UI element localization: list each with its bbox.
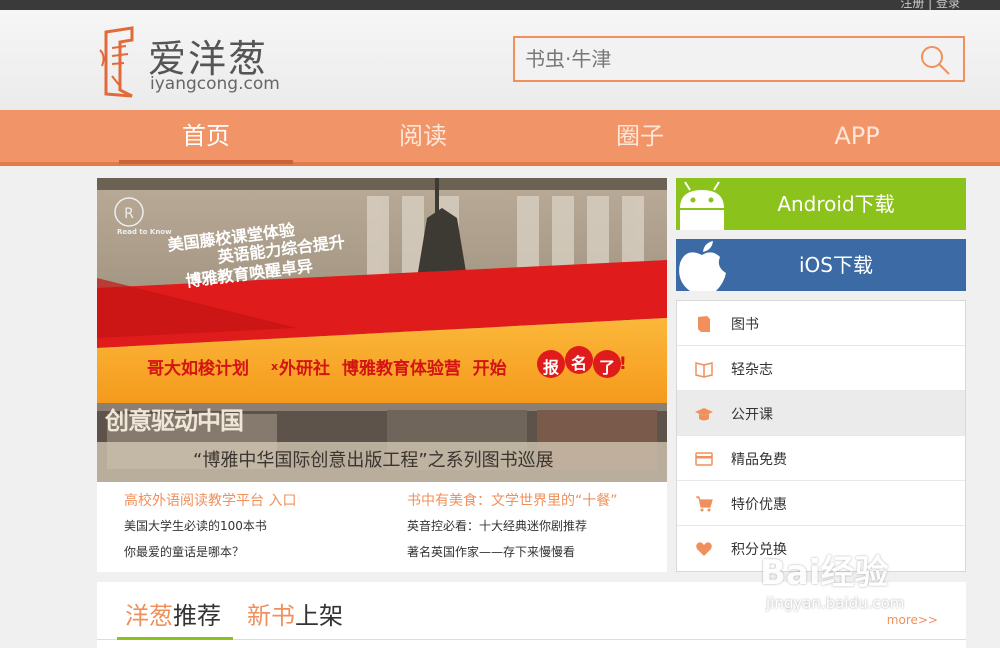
nav-home[interactable]: 首页 — [119, 110, 293, 164]
header: 爱洋葱 iyangcong.com — [0, 10, 1000, 110]
book-icon — [698, 316, 710, 332]
search-box — [513, 36, 965, 82]
graduation-cap-icon — [695, 408, 713, 421]
android-download-label: Android下载 — [777, 192, 895, 216]
category-open-courses[interactable]: 公开课 — [677, 391, 965, 436]
news-left-item-1[interactable]: 美国大学生必读的100本书 — [124, 517, 267, 534]
ios-download-button[interactable]: iOS下载 — [676, 239, 966, 291]
category-label: 图书 — [731, 317, 759, 333]
category-magazines[interactable]: 轻杂志 — [677, 346, 965, 391]
more-link[interactable]: more>> — [887, 613, 938, 627]
tab-new-books-highlight: 新书 — [247, 602, 295, 630]
category-label: 公开课 — [731, 407, 773, 423]
nav-app[interactable]: APP — [770, 110, 944, 162]
tab-recommend-label: 推荐 — [173, 602, 221, 630]
search-icon[interactable] — [919, 44, 951, 76]
tab-recommend-highlight: 洋葱 — [125, 602, 173, 630]
banner-x: x — [271, 360, 279, 373]
main-nav: 首页 阅读 圈子 APP — [0, 110, 1000, 166]
category-free[interactable]: 精品免费 — [677, 436, 965, 481]
nav-circle[interactable]: 圈子 — [553, 110, 727, 162]
banner-baoming-3: 了 — [599, 358, 616, 377]
baidu-watermark: Bai经验 jingyan.baidu.com — [760, 545, 904, 612]
news-box: 高校外语阅读教学平台 入口 美国大学生必读的100本书 你最爱的童话是哪本？ 书… — [97, 482, 667, 572]
banner-graphic: R — [97, 178, 667, 482]
tab-new-books[interactable]: 新书上架 — [247, 596, 343, 631]
news-left-item-2[interactable]: 你最爱的童话是哪本？ — [124, 543, 244, 560]
banner-excl: ! — [619, 354, 627, 374]
android-download-button[interactable]: Android下载 — [676, 178, 966, 230]
active-tab-underline — [117, 637, 233, 640]
banner-baoming-2: 名 — [571, 354, 588, 373]
logo-mark-icon — [99, 26, 134, 98]
banner-logo-text: Read to Know — [117, 228, 172, 236]
category-list: 图书 轻杂志 公开课 精品免费 特价优惠 积分兑换 — [676, 300, 966, 572]
ios-download-label: iOS下载 — [799, 253, 873, 277]
category-label: 特价优惠 — [731, 497, 787, 513]
card-icon — [695, 452, 713, 466]
category-label: 轻杂志 — [731, 362, 773, 378]
news-right-item-2[interactable]: 著名英国作家——存下来慢慢看 — [407, 543, 575, 560]
site-logo[interactable]: 爱洋葱 iyangcong.com — [98, 26, 298, 101]
brand-domain: iyangcong.com — [150, 74, 280, 94]
category-label: 精品免费 — [731, 452, 787, 468]
promo-banner[interactable]: R Read to Know 美国藤校课堂体验 英语能力综合提升 博雅教育唤醒卓… — [97, 178, 667, 482]
banner-main: 哥大如梭计划 — [147, 359, 249, 379]
cart-icon — [696, 496, 713, 512]
news-right-headline[interactable]: 书中有美食：文学世界里的“十餐” — [407, 490, 618, 510]
top-bar: 注册 | 登录 — [0, 0, 1000, 10]
banner-baoming-1: 报 — [543, 358, 560, 377]
nav-read[interactable]: 阅读 — [336, 110, 510, 162]
news-right-item-1[interactable]: 英音控必看：十大经典迷你剧推荐 — [407, 517, 587, 534]
heart-icon — [696, 542, 712, 556]
banner-lower-title: 创意驱动中国 — [105, 407, 244, 435]
watermark-logo: Bai经验 — [760, 553, 889, 593]
news-left-headline[interactable]: 高校外语阅读教学平台 入口 — [124, 490, 296, 510]
open-book-icon — [695, 362, 713, 378]
watermark-url: jingyan.baidu.com — [766, 594, 905, 612]
tab-recommend[interactable]: 洋葱推荐 — [125, 596, 221, 631]
category-books[interactable]: 图书 — [677, 301, 965, 346]
banner-lower-caption: “博雅中华国际创意出版工程”之系列图书巡展 — [193, 450, 554, 471]
category-discount[interactable]: 特价优惠 — [677, 481, 965, 526]
tab-new-books-label: 上架 — [295, 602, 343, 630]
search-input[interactable] — [515, 38, 905, 80]
banner-main2: 外研社 博雅教育体验营 开始 — [279, 359, 507, 379]
svg-text:R: R — [124, 206, 134, 222]
